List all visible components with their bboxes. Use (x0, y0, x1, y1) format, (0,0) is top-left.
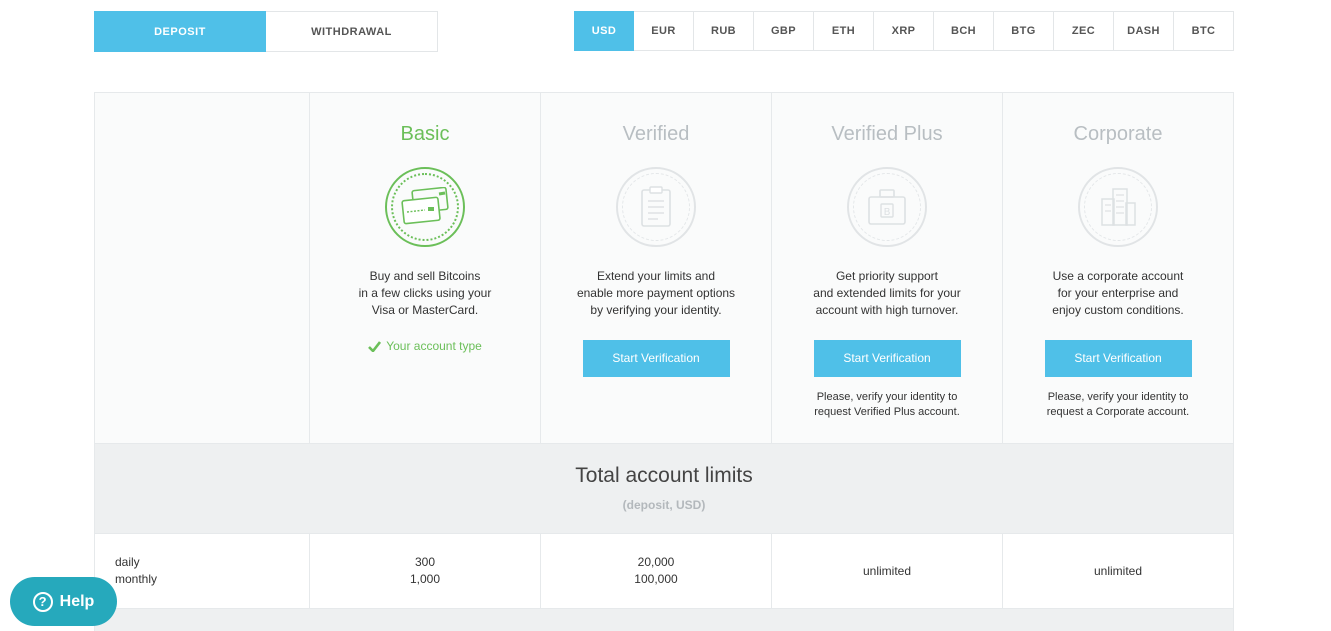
credit-card-icon (385, 167, 465, 247)
plan-note: Please, verify your identity to request … (814, 391, 960, 418)
clipboard-icon (616, 167, 696, 247)
checkmark-icon (368, 340, 382, 352)
limits-label-cell: daily monthly (95, 533, 310, 608)
plan-title: Corporate (1073, 123, 1163, 145)
plan-description: Buy and sell Bitcoins in a few clicks us… (358, 269, 492, 317)
currency-rub[interactable]: RUB (694, 11, 754, 51)
plan-description: Extend your limits and enable more payme… (576, 269, 736, 317)
deposit-tab[interactable]: DEPOSIT (94, 11, 266, 52)
limits-verified: 20,000 100,000 (541, 533, 772, 608)
plan-verified-plus: Verified Plus B Get priority support and… (772, 93, 1003, 443)
start-verification-button[interactable]: Start Verification (1044, 340, 1192, 377)
limits-header: Total account limits (deposit, USD) (95, 443, 1233, 533)
help-button[interactable]: ? Help (10, 577, 117, 626)
currency-eth[interactable]: ETH (814, 11, 874, 51)
operation-toggle: DEPOSIT WITHDRAWAL (94, 11, 438, 52)
limits-subtitle: (deposit, USD) (622, 498, 706, 512)
plan-description: Get priority support and extended limits… (813, 269, 961, 317)
currency-usd[interactable]: USD (574, 11, 634, 51)
limits-corporate: unlimited (1003, 533, 1233, 608)
next-section-header (95, 608, 1233, 631)
currency-gbp[interactable]: GBP (754, 11, 814, 51)
currency-zec[interactable]: ZEC (1054, 11, 1114, 51)
limits-basic: 300 1,000 (310, 533, 541, 608)
your-account-type: Your account type (310, 339, 540, 353)
start-verification-button[interactable]: Start Verification (582, 340, 730, 377)
briefcase-bitcoin-icon: B (847, 167, 927, 247)
currency-btc[interactable]: BTC (1174, 11, 1234, 51)
limits-row: daily monthly 300 1,000 20,000 100,000 u… (95, 533, 1233, 608)
svg-text:B: B (884, 207, 891, 218)
question-icon: ? (32, 591, 53, 612)
plan-description: Use a corporate account for your enterpr… (1052, 269, 1184, 317)
start-verification-button[interactable]: Start Verification (813, 340, 961, 377)
plan-note: Please, verify your identity to request … (1046, 391, 1190, 418)
plan-verified: Verified Extend your limits and enable m… (541, 93, 772, 443)
plan-title: Verified (622, 123, 690, 145)
currency-xrp[interactable]: XRP (874, 11, 934, 51)
account-levels-table: Basic Buy and sell Bitcoins in a few cli… (94, 92, 1234, 631)
plans-label-cell (95, 93, 310, 443)
plan-title: Verified Plus (831, 123, 943, 145)
limits-title: Total account limits (575, 464, 753, 487)
currency-selector: USD EUR RUB GBP ETH XRP BCH BTG ZEC DASH… (574, 11, 1234, 51)
plan-title: Basic (400, 123, 450, 145)
currency-btg[interactable]: BTG (994, 11, 1054, 51)
buildings-icon (1078, 167, 1158, 247)
withdrawal-tab[interactable]: WITHDRAWAL (266, 11, 438, 52)
limits-verified-plus: unlimited (772, 533, 1003, 608)
currency-bch[interactable]: BCH (934, 11, 994, 51)
currency-dash[interactable]: DASH (1114, 11, 1174, 51)
plan-basic: Basic Buy and sell Bitcoins in a few cli… (310, 93, 541, 443)
plans-row: Basic Buy and sell Bitcoins in a few cli… (95, 93, 1233, 443)
currency-eur[interactable]: EUR (634, 11, 694, 51)
plan-corporate: Corporate Use a corporate account for yo… (1003, 93, 1233, 443)
